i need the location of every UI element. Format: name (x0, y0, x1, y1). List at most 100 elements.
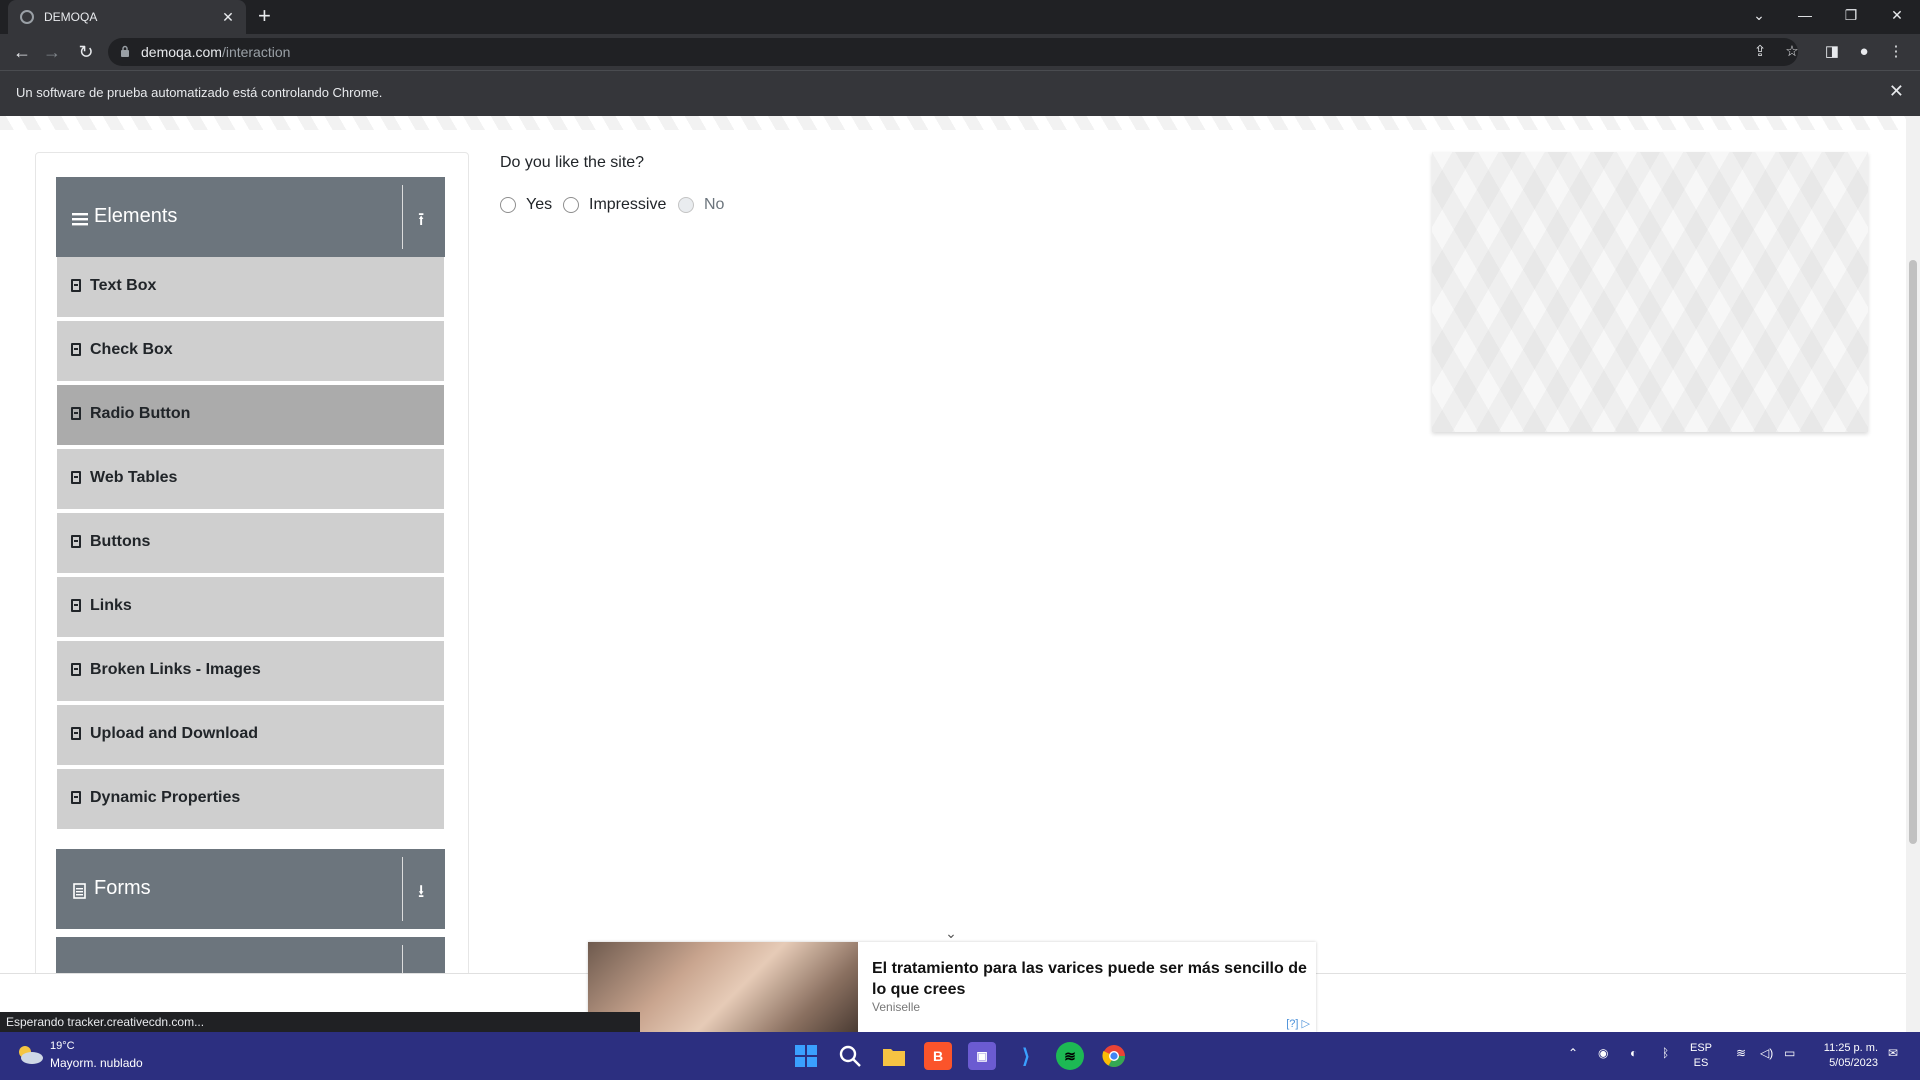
status-bar: Esperando tracker.creativecdn.com... (0, 1012, 640, 1032)
keyboard-layout: ES (1693, 1057, 1709, 1069)
ad-headline[interactable]: El tratamiento para las varices puede se… (872, 958, 1312, 1000)
new-tab-button[interactable]: + (258, 5, 271, 27)
sidebar-item-buttons[interactable]: Buttons (57, 513, 444, 575)
brave-browser-icon[interactable]: B (924, 1042, 952, 1070)
forward-arrow-icon[interactable]: → (40, 40, 64, 64)
back-arrow-icon[interactable]: ← (10, 40, 34, 64)
lock-icon (121, 45, 129, 57)
sidebar-item-label: Text Box (90, 277, 157, 294)
sidebar-item-text-box[interactable]: Text Box (57, 257, 444, 319)
sidebar-item-radio-button[interactable]: Radio Button (57, 385, 444, 447)
file-explorer-icon[interactable] (880, 1042, 908, 1070)
wifi-icon[interactable]: ≋ (1736, 1046, 1746, 1060)
sidebar-item-label: Broken Links - Images (90, 661, 261, 678)
reload-icon[interactable]: ↻ (74, 40, 98, 64)
restore-button[interactable]: ❐ (1828, 0, 1874, 30)
page-scrollbar[interactable] (1906, 116, 1920, 1032)
clock-time: 11:25 p. m. (1823, 1042, 1878, 1054)
sidebar-item-links[interactable]: Links (57, 577, 444, 639)
header-divider (402, 185, 403, 249)
minimize-button[interactable]: — (1782, 0, 1828, 30)
html5-icon (71, 279, 81, 292)
next-group-header[interactable] (56, 937, 445, 973)
search-icon[interactable] (836, 1042, 864, 1070)
spotify-icon[interactable]: ≋ (1056, 1042, 1084, 1070)
collapse-arrow-icon[interactable]: ⭱ (418, 207, 424, 237)
notifications-icon[interactable]: ✉ (1888, 1046, 1898, 1060)
tab-close-button[interactable]: ✕ (218, 9, 238, 26)
tray-app-icon[interactable]: ◉ (1598, 1046, 1608, 1060)
windows-start-icon[interactable] (792, 1042, 820, 1070)
system-clock[interactable]: 11:25 p. m. 5/05/2023 (1806, 1041, 1878, 1071)
profile-icon[interactable]: ● (1852, 40, 1876, 64)
menu-kebab-icon[interactable]: ⋮ (1884, 40, 1908, 64)
tray-overflow-icon[interactable]: ⌃ (1568, 1046, 1578, 1060)
radio-circle[interactable] (563, 197, 579, 213)
forms-group-header[interactable]: Forms ⭳ (56, 849, 445, 929)
window-close-button[interactable]: ✕ (1874, 0, 1920, 30)
adchoices-icon[interactable]: [?] ▷ (1286, 1017, 1310, 1030)
elements-group-label: Elements (94, 205, 178, 227)
chrome-icon[interactable] (1100, 1042, 1128, 1070)
url-text: demoqa.com/interaction (141, 44, 290, 60)
sidebar-item-label: Check Box (90, 341, 173, 358)
html5-icon (71, 343, 81, 356)
sidebar-item-label: Radio Button (90, 405, 191, 422)
html5-icon (71, 791, 81, 804)
globe-icon (20, 10, 34, 24)
header-pattern (0, 116, 1906, 130)
header-divider (402, 945, 403, 973)
radio-circle[interactable] (500, 197, 516, 213)
bluetooth-icon[interactable]: ᛒ (1662, 1046, 1669, 1060)
sidebar-item-label: Buttons (90, 533, 151, 550)
tab-title: DEMOQA (44, 10, 98, 24)
vscode-icon[interactable]: ⟩ (1012, 1042, 1040, 1070)
elements-group-header[interactable]: Elements ⭱ (56, 177, 445, 257)
clock-date: 5/05/2023 (1829, 1057, 1878, 1069)
volume-icon[interactable]: ◁) (1760, 1046, 1773, 1060)
sidebar-item-broken-links[interactable]: Broken Links - Images (57, 641, 444, 703)
windows-taskbar: 19°C Mayorm. nublado B ▣ ⟩ ≋ ⌃ ◉ ◐ ᛒ ESP… (0, 1032, 1920, 1080)
ad-placeholder (1432, 152, 1868, 432)
expand-arrow-icon[interactable]: ⭳ (418, 879, 424, 909)
radio-circle (678, 197, 694, 213)
html5-icon (71, 407, 81, 420)
hamburger-icon (72, 213, 88, 226)
sidebar-item-label: Web Tables (90, 469, 178, 486)
radio-label: Yes (526, 196, 553, 213)
html5-icon (71, 535, 81, 548)
infobar-message: Un software de prueba automatizado está … (16, 85, 383, 100)
address-bar[interactable]: demoqa.com/interaction (108, 38, 1798, 66)
browser-tab[interactable]: DEMOQA ✕ (8, 0, 246, 34)
weather-description: Mayorm. nublado (50, 1056, 143, 1070)
bookmark-star-icon[interactable]: ☆ (1780, 40, 1804, 64)
sidebar-item-check-box[interactable]: Check Box (57, 321, 444, 383)
radio-label: Impressive (589, 196, 667, 213)
tab-search-icon[interactable]: ⌄ (1736, 0, 1782, 30)
infobar-close-button[interactable]: ✕ (1889, 81, 1904, 102)
app-icon[interactable]: ▣ (968, 1042, 996, 1070)
battery-icon[interactable]: ▭ (1784, 1046, 1795, 1060)
side-panel-icon[interactable]: ◨ (1820, 40, 1844, 64)
share-icon[interactable]: ⇪ (1748, 40, 1772, 64)
html5-icon (71, 727, 81, 740)
ad-brand: Veniselle (872, 1000, 921, 1014)
html5-icon (71, 471, 81, 484)
radio-yes[interactable]: Yes (500, 196, 552, 214)
sidebar-item-web-tables[interactable]: Web Tables (57, 449, 444, 511)
scrollbar-thumb[interactable] (1909, 260, 1917, 844)
chevron-down-icon[interactable]: ⌄ (942, 925, 960, 943)
cloud-icon (19, 1046, 43, 1064)
radio-impressive[interactable]: Impressive (563, 196, 666, 214)
language-indicator[interactable]: ESP ES (1690, 1041, 1712, 1071)
weather-temperature: 19°C (50, 1040, 75, 1052)
sidebar-item-dynamic-properties[interactable]: Dynamic Properties (57, 769, 444, 831)
sidebar-item-label: Dynamic Properties (90, 789, 241, 806)
sidebar-item-upload-download[interactable]: Upload and Download (57, 705, 444, 767)
radio-label: No (704, 196, 725, 213)
html5-icon (71, 599, 81, 612)
tray-app-icon[interactable]: ◐ (1630, 1046, 1637, 1060)
radio-no: No (678, 196, 724, 214)
bottom-ad[interactable]: El tratamiento para las varices puede se… (588, 942, 1316, 1032)
url-path: /interaction (221, 44, 291, 60)
